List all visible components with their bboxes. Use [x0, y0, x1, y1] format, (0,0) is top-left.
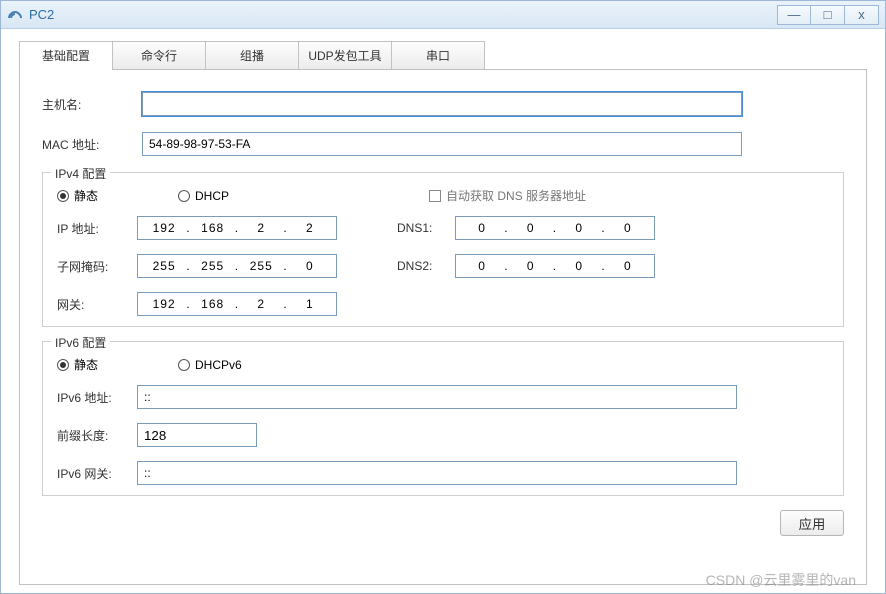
- ipv4-radio-static[interactable]: 静态: [57, 187, 98, 204]
- ipv6-addr-input[interactable]: [137, 385, 737, 409]
- ipv4-left-col: IP 地址: 192. 168. 2. 2 子网掩码: 255.: [57, 216, 337, 316]
- radio-icon: [57, 359, 69, 371]
- ip-label: IP 地址:: [57, 220, 137, 237]
- window-title: PC2: [29, 7, 777, 22]
- dns2-label: DNS2:: [397, 259, 455, 273]
- ipv6-radio-static[interactable]: 静态: [57, 356, 98, 373]
- ipv4-columns: IP 地址: 192. 168. 2. 2 子网掩码: 255.: [57, 216, 829, 316]
- ipv6-prefix-input[interactable]: [137, 423, 257, 447]
- app-icon: [7, 7, 23, 23]
- minimize-button[interactable]: —: [777, 5, 811, 25]
- hostname-label: 主机名:: [42, 96, 142, 113]
- maximize-button[interactable]: □: [811, 5, 845, 25]
- config-panel: 主机名: MAC 地址: IPv4 配置 静态 DHCP: [19, 69, 867, 585]
- app-window: PC2 — □ x 基础配置 命令行 组播 UDP发包工具 串口 主机名: MA…: [0, 0, 886, 594]
- ipv4-fieldset: IPv4 配置 静态 DHCP 自动获取 DNS 服务器地址: [42, 172, 844, 327]
- ipv6-legend: IPv6 配置: [51, 334, 110, 351]
- ipv4-radio-dhcp[interactable]: DHCP: [178, 189, 229, 203]
- ipv4-mode-row: 静态 DHCP 自动获取 DNS 服务器地址: [57, 187, 829, 204]
- checkbox-icon: [429, 190, 441, 202]
- gw-label: 网关:: [57, 296, 137, 313]
- apply-button[interactable]: 应用: [780, 510, 844, 536]
- radio-label: 静态: [74, 356, 98, 373]
- tab-serial[interactable]: 串口: [391, 41, 485, 69]
- mac-input[interactable]: [142, 132, 742, 156]
- ipv6-fieldset: IPv6 配置 静态 DHCPv6 IPv6 地址: 前缀长: [42, 341, 844, 496]
- auto-dns-checkbox[interactable]: 自动获取 DNS 服务器地址: [429, 187, 586, 204]
- tab-basic-config[interactable]: 基础配置: [19, 41, 113, 69]
- mask-label: 子网掩码:: [57, 258, 137, 275]
- ipv6-addr-label: IPv6 地址:: [57, 389, 137, 406]
- radio-icon: [178, 359, 190, 371]
- dns1-input[interactable]: 0. 0. 0. 0: [455, 216, 655, 240]
- ipv4-legend: IPv4 配置: [51, 165, 110, 182]
- ipv6-gw-label: IPv6 网关:: [57, 465, 137, 482]
- tab-multicast[interactable]: 组播: [205, 41, 299, 69]
- ipv4-right-col: DNS1: 0. 0. 0. 0 DNS2: 0.: [397, 216, 655, 316]
- tab-cli[interactable]: 命令行: [112, 41, 206, 69]
- radio-icon: [57, 190, 69, 202]
- button-row: 应用: [42, 510, 844, 536]
- titlebar: PC2 — □ x: [1, 1, 885, 29]
- content-area: 基础配置 命令行 组播 UDP发包工具 串口 主机名: MAC 地址: IPv4…: [1, 29, 885, 593]
- ipv6-radio-dhcpv6[interactable]: DHCPv6: [178, 358, 242, 372]
- ipv6-gw-input[interactable]: [137, 461, 737, 485]
- radio-label: DHCPv6: [195, 358, 242, 372]
- mask-input[interactable]: 255. 255. 255. 0: [137, 254, 337, 278]
- radio-label: DHCP: [195, 189, 229, 203]
- dns1-label: DNS1:: [397, 221, 455, 235]
- hostname-input[interactable]: [142, 92, 742, 116]
- tab-bar: 基础配置 命令行 组播 UDP发包工具 串口: [19, 41, 867, 69]
- close-button[interactable]: x: [845, 5, 879, 25]
- window-controls: — □ x: [777, 5, 879, 25]
- hostname-row: 主机名:: [42, 92, 844, 116]
- mac-row: MAC 地址:: [42, 132, 844, 156]
- tab-udp-tool[interactable]: UDP发包工具: [298, 41, 392, 69]
- ipv6-mode-row: 静态 DHCPv6: [57, 356, 829, 373]
- radio-icon: [178, 190, 190, 202]
- ip-input[interactable]: 192. 168. 2. 2: [137, 216, 337, 240]
- dns2-input[interactable]: 0. 0. 0. 0: [455, 254, 655, 278]
- mac-label: MAC 地址:: [42, 136, 142, 153]
- radio-label: 静态: [74, 187, 98, 204]
- ipv6-prefix-label: 前缀长度:: [57, 427, 137, 444]
- checkbox-label: 自动获取 DNS 服务器地址: [446, 187, 586, 204]
- gateway-input[interactable]: 192. 168. 2. 1: [137, 292, 337, 316]
